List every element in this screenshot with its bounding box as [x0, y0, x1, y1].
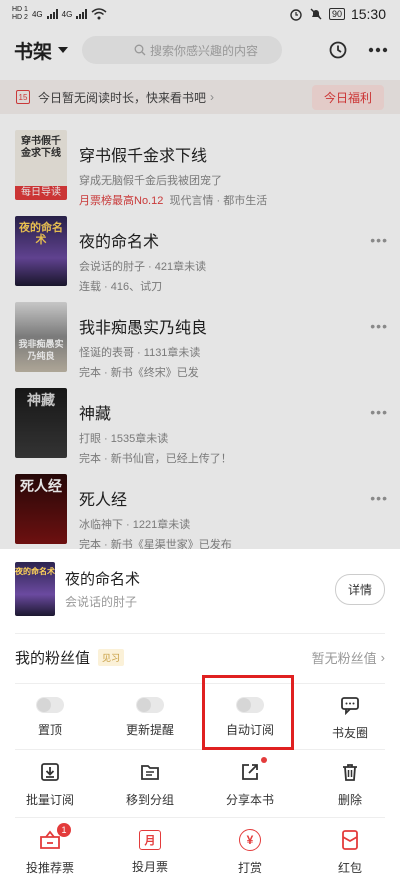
action-row: 批量订阅 移到分组 分享本书 删除: [0, 753, 400, 815]
fan-value: 暂无粉丝值 ›: [312, 648, 385, 667]
recommend-ticket-button[interactable]: 1 投推荐票: [0, 821, 100, 883]
update-reminder-cell[interactable]: 更新提醒: [100, 687, 200, 747]
divider: [15, 683, 385, 684]
sheet-book-title: 夜的命名术: [65, 571, 141, 588]
fan-level-tag: 见习: [98, 648, 125, 666]
update-reminder-label: 更新提醒: [125, 722, 174, 737]
move-to-group-button[interactable]: 移到分组: [100, 753, 200, 815]
sheet-book-author: 会说话的肘子: [65, 595, 138, 609]
trash-icon: [339, 761, 361, 783]
month-glyph: 月: [144, 834, 156, 847]
recommend-ticket-label: 投推荐票: [25, 860, 74, 875]
red-packet-label: 红包: [337, 860, 362, 875]
red-packet-icon: [339, 829, 361, 851]
pin-toggle-cell[interactable]: 置顶: [0, 687, 100, 747]
month-ticket-icon: 月: [139, 829, 161, 850]
batch-subscribe-button[interactable]: 批量订阅: [0, 753, 100, 815]
recommend-ticket-icon: 1: [39, 822, 71, 851]
folder-icon: [139, 761, 161, 783]
red-packet-button[interactable]: 红包: [300, 821, 400, 883]
sheet-book-header: 夜的命名术 夜的命名术 会说话的肘子 详情: [15, 561, 385, 617]
month-ticket-button[interactable]: 月 投月票: [100, 821, 200, 883]
sheet-cover-title: 夜的命名术: [15, 567, 55, 576]
fan-value-text: 暂无粉丝值: [311, 650, 377, 666]
share-book-label: 分享本书: [225, 792, 274, 807]
pin-label: 置顶: [37, 722, 62, 737]
fan-value-row[interactable]: 我的粉丝值 见习 暂无粉丝值 ›: [15, 645, 385, 669]
book-action-sheet: 夜的命名术 夜的命名术 会说话的肘子 详情 我的粉丝值 见习 暂无粉丝值 › 置…: [0, 549, 400, 888]
reward-button[interactable]: ¥ 打赏: [200, 821, 300, 883]
download-icon: [39, 761, 61, 783]
share-icon: [239, 756, 267, 783]
sheet-book-cover: 夜的命名术: [15, 562, 55, 616]
chevron-right-icon: ›: [380, 649, 385, 665]
chat-icon: [339, 694, 361, 716]
highlight-annotation: [202, 675, 294, 750]
divider: [15, 817, 385, 818]
divider: [15, 633, 385, 634]
reward-icon: ¥: [239, 828, 261, 851]
ticket-count-badge: 1: [57, 822, 71, 837]
detail-button[interactable]: 详情: [334, 573, 385, 605]
divider: [15, 749, 385, 750]
share-book-button[interactable]: 分享本书: [200, 753, 300, 815]
fan-label: 我的粉丝值: [15, 649, 91, 667]
support-row: 1 投推荐票 月 投月票 ¥ 打赏 红包: [0, 821, 400, 883]
book-circle-label: 书友圈: [331, 725, 368, 740]
month-ticket-label: 投月票: [131, 859, 168, 874]
batch-subscribe-label: 批量订阅: [25, 792, 74, 807]
book-circle-cell[interactable]: 书友圈: [300, 687, 400, 747]
delete-button[interactable]: 删除: [300, 753, 400, 815]
new-dot: [261, 756, 267, 763]
reward-label: 打赏: [237, 860, 262, 875]
pin-toggle[interactable]: [36, 696, 64, 713]
dim-overlay[interactable]: [0, 0, 400, 549]
settings-row: 置顶 更新提醒 自动订阅 书友圈: [0, 687, 400, 747]
delete-label: 删除: [337, 792, 362, 807]
yen-glyph: ¥: [246, 832, 254, 847]
move-to-group-label: 移到分组: [125, 792, 174, 807]
update-reminder-toggle[interactable]: [136, 696, 164, 713]
